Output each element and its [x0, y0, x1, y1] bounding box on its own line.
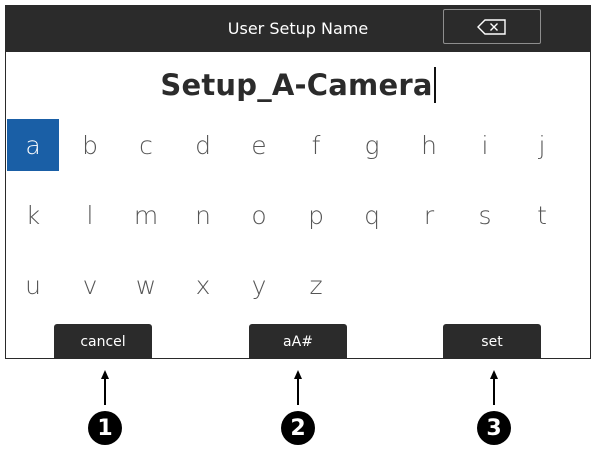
key-e[interactable]: e — [233, 119, 285, 171]
key-q[interactable]: q — [346, 189, 398, 241]
key-h[interactable]: h — [403, 119, 455, 171]
callout-arrow-1 — [104, 378, 106, 405]
name-input-value: Setup_A-Camera — [160, 68, 433, 102]
keyboard-row-2: k l m n o p q r s t — [6, 189, 590, 241]
key-b[interactable]: b — [64, 119, 116, 171]
callout-arrow-3 — [493, 378, 495, 405]
title-bar: User Setup Name — [6, 6, 590, 52]
key-y[interactable]: y — [233, 259, 285, 311]
key-o[interactable]: o — [233, 189, 285, 241]
key-v[interactable]: v — [64, 259, 116, 311]
name-input-display[interactable]: Setup_A-Camera — [6, 56, 590, 114]
key-w[interactable]: w — [120, 259, 172, 311]
text-cursor — [433, 67, 436, 103]
key-f[interactable]: f — [290, 119, 342, 171]
key-c[interactable]: c — [120, 119, 172, 171]
character-mode-button[interactable]: aA# — [249, 324, 347, 358]
key-j[interactable]: j — [516, 119, 568, 171]
key-p[interactable]: p — [290, 189, 342, 241]
key-i[interactable]: i — [459, 119, 511, 171]
key-n[interactable]: n — [177, 189, 229, 241]
backspace-icon — [477, 18, 506, 35]
key-k[interactable]: k — [7, 189, 59, 241]
key-t[interactable]: t — [516, 189, 568, 241]
callout-number-1: 1 — [88, 411, 122, 445]
key-z[interactable]: z — [290, 259, 342, 311]
keyboard-row-1: a b c d e f g h i j — [6, 119, 590, 171]
key-a[interactable]: a — [7, 119, 59, 171]
set-button[interactable]: set — [443, 324, 541, 358]
key-l[interactable]: l — [64, 189, 116, 241]
callout-number-2: 2 — [281, 411, 315, 445]
backspace-button[interactable] — [443, 9, 541, 44]
key-m[interactable]: m — [120, 189, 172, 241]
callout-number-3: 3 — [477, 411, 511, 445]
cancel-button[interactable]: cancel — [54, 324, 152, 358]
key-x[interactable]: x — [177, 259, 229, 311]
key-g[interactable]: g — [346, 119, 398, 171]
key-u[interactable]: u — [7, 259, 59, 311]
key-s[interactable]: s — [459, 189, 511, 241]
callout-arrow-2 — [297, 378, 299, 405]
name-entry-screen: User Setup Name Setup_A-Camera a b c d e… — [5, 5, 591, 359]
key-d[interactable]: d — [177, 119, 229, 171]
key-r[interactable]: r — [403, 189, 455, 241]
keyboard-row-3: u v w x y z — [6, 259, 590, 311]
